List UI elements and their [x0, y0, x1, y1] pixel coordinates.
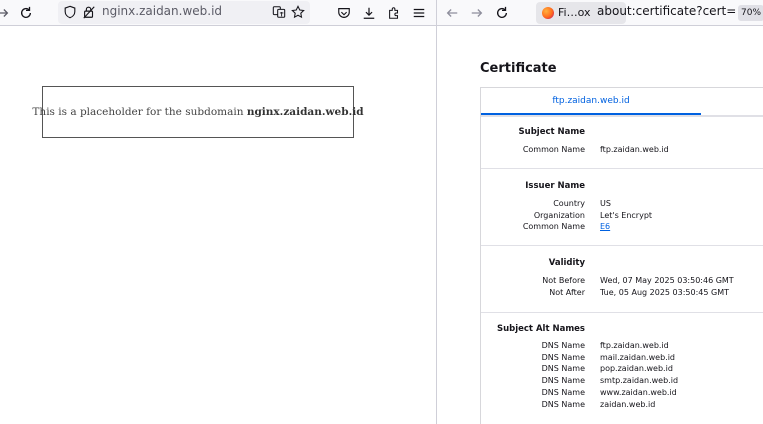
issuer-name-section: Issuer Name Country US Organization Let'…: [481, 168, 763, 245]
field-value: Tue, 05 Aug 2025 03:50:45 GMT: [600, 288, 729, 297]
section-title: Subject Name: [518, 127, 585, 137]
field-row: Not After Tue, 05 Aug 2025 03:50:45 GMT: [481, 288, 763, 300]
field-row: Common Name ftp.zaidan.web.id: [481, 145, 763, 157]
menu-icon[interactable]: [410, 4, 428, 22]
placeholder-box: This is a placeholder for the subdomain …: [32, 86, 364, 138]
field-row: Common Name E6: [481, 222, 763, 234]
field-value: zaidan.web.id: [600, 400, 656, 409]
reload-icon[interactable]: [493, 4, 511, 22]
field-value: Wed, 07 May 2025 03:50:46 GMT: [600, 276, 734, 285]
field-value: ftp.zaidan.web.id: [600, 145, 669, 154]
subject-name-section: Subject Name Common Name ftp.zaidan.web.…: [481, 116, 763, 168]
right-toolbar: Fi…ox about:certificate?cert=MIIELDCC 70…: [437, 0, 763, 26]
field-label: DNS Name: [541, 376, 585, 385]
field-value: US: [600, 199, 611, 208]
translate-icon[interactable]: [270, 3, 288, 21]
field-row: DNS Name zaidan.web.id: [481, 400, 763, 412]
field-label: DNS Name: [541, 388, 585, 397]
certificate-panel: ftp.zaidan.web.id Subject Name Common Na…: [480, 87, 763, 424]
field-label: Not Before: [542, 276, 585, 285]
field-label: DNS Name: [541, 400, 585, 409]
field-value: www.zaidan.web.id: [600, 388, 677, 397]
pocket-icon[interactable]: [335, 4, 353, 22]
tab-ftp-zaidan[interactable]: ftp.zaidan.web.id: [481, 88, 701, 115]
firefox-logo-icon: [542, 7, 554, 19]
section-title: Validity: [548, 258, 585, 268]
field-label: DNS Name: [541, 353, 585, 362]
field-row: Country US: [481, 199, 763, 211]
field-value: smtp.zaidan.web.id: [600, 376, 679, 385]
field-label: DNS Name: [541, 341, 585, 350]
field-row: DNS Name ftp.zaidan.web.id: [481, 341, 763, 353]
right-url-text[interactable]: about:certificate?cert=MIIELDCC: [597, 4, 737, 18]
forward-icon[interactable]: [468, 4, 486, 22]
extensions-icon[interactable]: [385, 4, 403, 22]
field-row: DNS Name www.zaidan.web.id: [481, 388, 763, 400]
back-icon[interactable]: [443, 4, 461, 22]
placeholder-text: This is a placeholder for the subdomain: [32, 106, 247, 118]
field-value: Let's Encrypt: [600, 211, 653, 220]
identity-chip-label: Fi…ox: [558, 6, 591, 19]
shield-icon[interactable]: [61, 3, 79, 21]
field-label: Organization: [533, 211, 585, 220]
field-row: DNS Name smtp.zaidan.web.id: [481, 376, 763, 388]
left-toolbar: nginx.zaidan.web.id: [0, 0, 436, 26]
field-value: pop.zaidan.web.id: [600, 364, 673, 373]
zoom-badge[interactable]: 70%: [738, 5, 763, 21]
subject-alt-names-section: Subject Alt Names DNS Name ftp.zaidan.we…: [481, 312, 763, 424]
certificate-heading: Certificate: [480, 61, 557, 76]
placeholder-domain: nginx.zaidan.web.id: [246, 106, 364, 118]
field-label: Not After: [549, 288, 585, 297]
insecure-lock-icon[interactable]: [80, 3, 98, 21]
bookmark-star-icon[interactable]: [289, 3, 307, 21]
left-url-bar[interactable]: nginx.zaidan.web.id: [58, 1, 310, 24]
field-label: DNS Name: [541, 364, 585, 373]
section-title: Issuer Name: [525, 181, 585, 191]
left-browser-window: nginx.zaidan.web.id This is a placeholde…: [0, 0, 436, 424]
field-row: Not Before Wed, 07 May 2025 03:50:46 GMT: [481, 276, 763, 288]
field-row: DNS Name pop.zaidan.web.id: [481, 364, 763, 376]
field-value: ftp.zaidan.web.id: [600, 341, 669, 350]
left-url-text[interactable]: nginx.zaidan.web.id: [102, 4, 222, 18]
reload-icon[interactable]: [17, 4, 35, 22]
field-label: Country: [553, 199, 585, 208]
field-label: Common Name: [522, 145, 585, 154]
download-icon[interactable]: [360, 4, 378, 22]
field-label: Common Name: [522, 222, 585, 231]
validity-section: Validity Not Before Wed, 07 May 2025 03:…: [481, 245, 763, 312]
right-browser-window: Fi…ox about:certificate?cert=MIIELDCC 70…: [437, 0, 763, 424]
forward-icon[interactable]: [0, 4, 12, 22]
field-value: mail.zaidan.web.id: [600, 353, 675, 362]
issuer-cert-link[interactable]: E6: [600, 222, 610, 231]
section-title: Subject Alt Names: [496, 324, 585, 334]
